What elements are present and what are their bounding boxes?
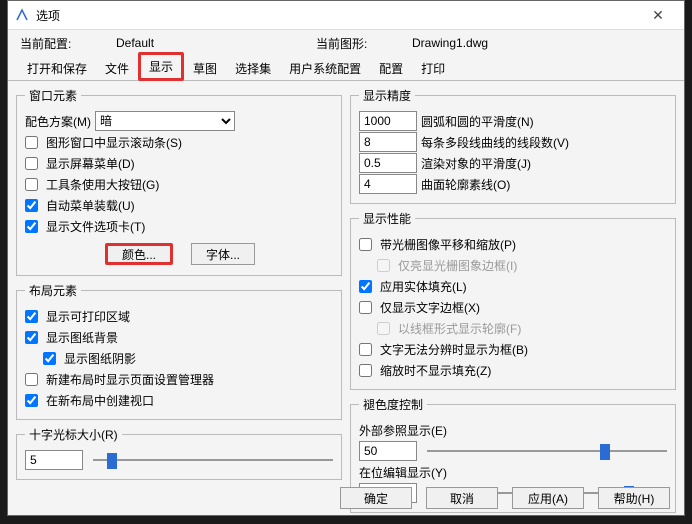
window-title: 选项 (36, 7, 638, 24)
chk-show-outline-lineweight (377, 322, 390, 335)
xref-fade-input[interactable] (359, 441, 417, 461)
chk-auto-menu-load[interactable] (25, 199, 38, 212)
group-display-performance-title: 显示性能 (359, 210, 415, 227)
apply-button[interactable]: 应用(A) (512, 487, 584, 509)
xref-fade-slider[interactable] (427, 442, 667, 460)
group-fade-control-title: 褪色度控制 (359, 396, 427, 413)
chk-annotative-frame[interactable] (359, 343, 372, 356)
chk-no-fill-on-zoom[interactable] (359, 364, 372, 377)
app-icon (14, 7, 30, 23)
tab-userpref[interactable]: 用户系统配置 (280, 56, 370, 80)
lbl-text-frame-only: 仅显示文字边框(X) (380, 299, 480, 316)
group-display-performance: 显示性能 带光栅图像平移和缩放(P) 仅亮显光栅图象边框(I) 应用实体填充(L… (350, 210, 676, 390)
chk-screen-menu[interactable] (25, 157, 38, 170)
chk-text-frame-only[interactable] (359, 301, 372, 314)
color-scheme-select[interactable]: 暗 (95, 111, 235, 131)
lbl-page-setup-mgr: 新建布局时显示页面设置管理器 (46, 371, 214, 388)
chk-scrollbars[interactable] (25, 136, 38, 149)
lbl-large-buttons: 工具条使用大按钮(G) (46, 176, 159, 193)
chk-highlight-raster-frame (377, 259, 390, 272)
tab-draft[interactable]: 草图 (184, 56, 226, 80)
render-smoothness-input[interactable] (359, 153, 417, 173)
lbl-show-outline-lineweight: 以线框形式显示轮廓(F) (398, 320, 521, 337)
arc-smoothness-input[interactable] (359, 111, 417, 131)
color-scheme-label: 配色方案(M) (25, 113, 91, 130)
lbl-pan-zoom-raster: 带光栅图像平移和缩放(P) (380, 236, 516, 253)
tab-strip: 打开和保存 文件 显示 草图 选择集 用户系统配置 配置 打印 (8, 56, 684, 81)
ok-button[interactable]: 确定 (340, 487, 412, 509)
tab-selection[interactable]: 选择集 (226, 56, 280, 80)
xref-fade-label: 外部参照显示(E) (359, 422, 447, 439)
tab-file[interactable]: 文件 (96, 56, 138, 80)
chk-large-buttons[interactable] (25, 178, 38, 191)
chk-file-tabs[interactable] (25, 220, 38, 233)
titlebar: 选项 ✕ (8, 1, 684, 30)
dialog-footer: 确定 取消 应用(A) 帮助(H) (8, 487, 684, 509)
lbl-file-tabs: 显示文件选项卡(T) (46, 218, 145, 235)
lbl-create-viewport: 在新布局中创建视口 (46, 392, 154, 409)
contour-lines-label: 曲面轮廓素线(O) (421, 176, 510, 193)
chk-solid-fill[interactable] (359, 280, 372, 293)
current-profile-label: 当前配置: (20, 35, 116, 52)
current-drawing-value: Drawing1.dwg (412, 36, 612, 50)
tab-display[interactable]: 显示 (138, 52, 184, 81)
group-crosshair: 十字光标大小(R) (16, 426, 342, 480)
polyline-segments-input[interactable] (359, 132, 417, 152)
render-smoothness-label: 渲染对象的平滑度(J) (421, 155, 531, 172)
lbl-paper-shadow: 显示图纸阴影 (64, 350, 136, 367)
group-display-accuracy-title: 显示精度 (359, 87, 415, 104)
group-window-elements-title: 窗口元素 (25, 87, 81, 104)
current-profile-value: Default (116, 36, 316, 50)
lbl-screen-menu: 显示屏幕菜单(D) (46, 155, 135, 172)
lbl-printable-area: 显示可打印区域 (46, 308, 130, 325)
lbl-solid-fill: 应用实体填充(L) (380, 278, 467, 295)
polyline-segments-label: 每条多段线曲线的线段数(V) (421, 134, 569, 151)
lbl-scrollbars: 图形窗口中显示滚动条(S) (46, 134, 182, 151)
lbl-highlight-raster-frame: 仅亮显光栅图象边框(I) (398, 257, 517, 274)
group-display-accuracy: 显示精度 圆弧和圆的平滑度(N) 每条多段线曲线的线段数(V) 渲染对象的平滑度… (350, 87, 676, 204)
help-button[interactable]: 帮助(H) (598, 487, 670, 509)
chk-pan-zoom-raster[interactable] (359, 238, 372, 251)
chk-paper-bg[interactable] (25, 331, 38, 344)
cancel-button[interactable]: 取消 (426, 487, 498, 509)
lbl-no-fill-on-zoom: 缩放时不显示填充(Z) (380, 362, 491, 379)
chk-printable-area[interactable] (25, 310, 38, 323)
chk-page-setup-mgr[interactable] (25, 373, 38, 386)
lbl-auto-menu-load: 自动菜单装载(U) (46, 197, 135, 214)
group-layout-elements: 布局元素 显示可打印区域 显示图纸背景 显示图纸阴影 新建布局时显示页面设置管理… (16, 282, 342, 420)
fonts-button[interactable]: 字体... (191, 243, 255, 265)
tab-print[interactable]: 打印 (412, 56, 454, 80)
crosshair-slider[interactable] (93, 451, 333, 469)
current-drawing-label: 当前图形: (316, 35, 412, 52)
group-crosshair-title: 十字光标大小(R) (25, 426, 122, 443)
close-button[interactable]: ✕ (638, 7, 678, 24)
chk-paper-shadow[interactable] (43, 352, 56, 365)
contour-lines-input[interactable] (359, 174, 417, 194)
group-window-elements: 窗口元素 配色方案(M) 暗 图形窗口中显示滚动条(S) 显示屏幕菜单(D) 工… (16, 87, 342, 276)
options-dialog: 选项 ✕ 当前配置: Default 当前图形: Drawing1.dwg 打开… (7, 0, 685, 516)
crosshair-size-input[interactable] (25, 450, 83, 470)
config-row: 当前配置: Default 当前图形: Drawing1.dwg (8, 30, 684, 54)
tab-config[interactable]: 配置 (370, 56, 412, 80)
lbl-annotative-frame: 文字无法分辨时显示为框(B) (380, 341, 528, 358)
chk-create-viewport[interactable] (25, 394, 38, 407)
group-layout-elements-title: 布局元素 (25, 282, 81, 299)
inplace-fade-label: 在位编辑显示(Y) (359, 464, 447, 481)
arc-smoothness-label: 圆弧和圆的平滑度(N) (421, 113, 534, 130)
tab-open-save[interactable]: 打开和保存 (18, 56, 96, 80)
lbl-paper-bg: 显示图纸背景 (46, 329, 118, 346)
colors-button[interactable]: 颜色... (105, 243, 173, 265)
